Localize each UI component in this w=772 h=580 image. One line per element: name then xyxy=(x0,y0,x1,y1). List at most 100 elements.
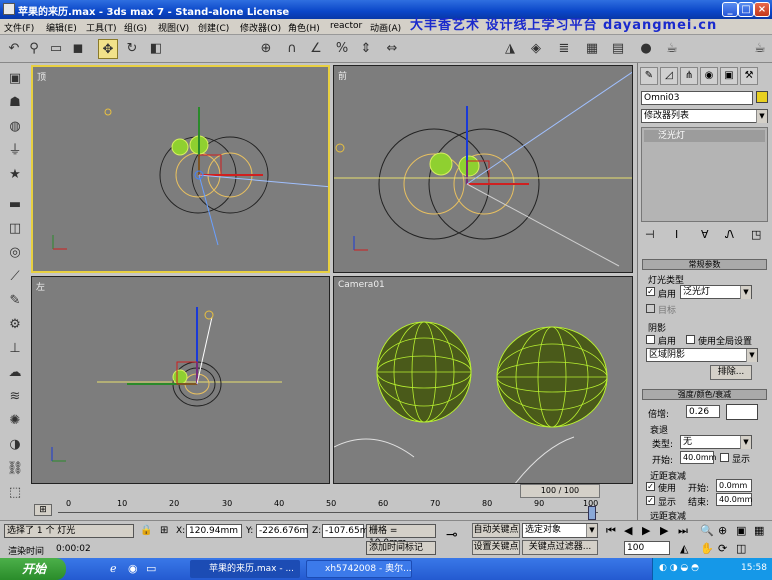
gear-icon[interactable]: ⚙ xyxy=(5,315,25,335)
viewport-camera[interactable]: Camera01 xyxy=(333,276,633,484)
set-key-button[interactable]: 设置关键点 xyxy=(472,540,520,555)
key-icon[interactable]: ⊸ xyxy=(446,527,458,543)
material-editor-icon[interactable]: ● xyxy=(636,39,656,59)
trackbar-toggle-icon[interactable]: ⊞ xyxy=(34,504,52,516)
sphere-icon[interactable]: ◍ xyxy=(5,117,25,137)
configure-sets-icon[interactable]: ◳ xyxy=(751,228,761,241)
constraint-icon[interactable]: ⛓ xyxy=(5,459,25,479)
next-frame-icon[interactable]: ▶ xyxy=(660,524,668,537)
menu-file[interactable]: 文件(F) xyxy=(4,21,34,34)
shadow-type-dropdown[interactable]: 区域阴影 ▼ xyxy=(646,348,758,362)
undo-icon[interactable]: ↶ xyxy=(4,39,24,59)
make-unique-icon[interactable]: ∀ xyxy=(701,228,709,241)
show-end-result-icon[interactable]: I xyxy=(675,228,678,241)
near-start-field[interactable]: 0.0mm xyxy=(716,479,752,492)
auto-key-button[interactable]: 自动关键点 xyxy=(472,523,520,538)
angle-snap-icon[interactable]: ∠ xyxy=(306,39,326,59)
zoom-extents-icon[interactable]: ▣ xyxy=(736,524,746,537)
motion-tab-icon[interactable]: ◉ xyxy=(700,67,718,85)
decay-show-checkbox[interactable] xyxy=(720,453,729,462)
use-global-checkbox[interactable] xyxy=(686,335,695,344)
start-button[interactable]: 开始 xyxy=(0,558,66,580)
light-type-dropdown[interactable]: 泛光灯 ▼ xyxy=(680,285,752,299)
x-coord-field[interactable]: 120.94mm xyxy=(186,524,242,538)
utilities-tab-icon[interactable]: ⚒ xyxy=(740,67,758,85)
orbit-icon[interactable]: ⟳ xyxy=(718,542,727,555)
manipulator-icon[interactable]: ⬚ xyxy=(5,483,25,503)
display-tab-icon[interactable]: ▣ xyxy=(720,67,738,85)
create-box-icon[interactable]: ▣ xyxy=(5,69,25,89)
light-enable-checkbox[interactable]: ✓ xyxy=(646,287,655,296)
goto-end-icon[interactable]: ⏭ xyxy=(678,524,688,538)
goto-start-icon[interactable]: ⏮ xyxy=(606,524,616,538)
viewport-top[interactable]: 顶 xyxy=(31,65,330,273)
tray-icons[interactable]: ◐ ◑ ◒ ◓ xyxy=(659,563,699,573)
torus-icon[interactable]: ◎ xyxy=(5,243,25,263)
select-link-icon[interactable]: ⚲ xyxy=(24,39,44,59)
mirror-tool-icon[interactable]: ◮ xyxy=(500,39,520,59)
helper-icon[interactable]: ✎ xyxy=(5,291,25,311)
space-warp-icon[interactable]: ≋ xyxy=(5,387,25,407)
menu-modifiers[interactable]: 修改器(O) xyxy=(240,21,281,34)
close-button[interactable]: × xyxy=(754,2,770,17)
media-icon[interactable]: ◉ xyxy=(128,562,138,575)
object-color-swatch[interactable] xyxy=(756,91,768,103)
taskbar-browser[interactable]: xh5742008 - 奥尔... xyxy=(306,560,412,578)
abs-mode-icon[interactable]: ⊞ xyxy=(160,525,168,536)
add-time-tag[interactable]: 添加时间标记 xyxy=(366,541,436,555)
menu-group[interactable]: 组(G) xyxy=(124,21,147,34)
menu-character[interactable]: 角色(H) xyxy=(288,21,320,34)
light-color-swatch[interactable] xyxy=(726,404,758,420)
quick-render-icon[interactable]: ☕ xyxy=(750,39,770,59)
pin-stack-icon[interactable]: ⊣ xyxy=(645,228,655,241)
exclude-button[interactable]: 排除... xyxy=(710,365,752,380)
decay-start-field[interactable]: 40.0mm xyxy=(680,451,716,464)
near-show-checkbox[interactable]: ✓ xyxy=(646,496,655,505)
menu-create[interactable]: 创建(C) xyxy=(198,21,229,34)
decay-type-dropdown[interactable]: 无 ▼ xyxy=(680,435,752,449)
ie-icon[interactable]: ℯ xyxy=(110,562,117,575)
object-name-field[interactable]: Omni03 xyxy=(641,91,753,105)
maximize-viewport-icon[interactable]: ◫ xyxy=(736,542,746,555)
multiplier-field[interactable]: 0.26 xyxy=(686,405,720,418)
field-of-view-icon[interactable]: ◭ xyxy=(680,542,688,555)
rollout-general-header[interactable]: 常规参数 xyxy=(642,259,767,270)
time-slider[interactable]: ⊞ 0 10 20 30 40 50 60 70 80 90 100 xyxy=(30,499,637,520)
remove-modifier-icon[interactable]: Ꮑ xyxy=(725,228,734,242)
curve-editor-icon[interactable]: ▦ xyxy=(582,39,602,59)
menu-reactor[interactable]: reactor xyxy=(330,21,362,31)
shadow-enable-checkbox[interactable] xyxy=(646,335,655,344)
modifier-list-dropdown[interactable]: 修改器列表 ▼ xyxy=(641,109,768,123)
lock-icon[interactable]: 🔒 xyxy=(140,525,152,536)
hierarchy-tab-icon[interactable]: ⋔ xyxy=(680,67,698,85)
desktop-icon[interactable]: ▭ xyxy=(146,562,156,575)
align-icon[interactable]: ◈ xyxy=(526,39,546,59)
cylinder-icon[interactable]: ◫ xyxy=(5,219,25,239)
create-tab-icon[interactable]: ✎ xyxy=(640,67,658,85)
layer-icon[interactable]: ≣ xyxy=(554,39,574,59)
schematic-icon[interactable]: ▤ xyxy=(608,39,628,59)
pivot-icon[interactable]: ⊕ xyxy=(256,39,276,59)
taskbar-3dsmax[interactable]: 苹果的来历.max - ... xyxy=(190,560,300,578)
viewport-front[interactable]: 前 xyxy=(333,65,633,273)
menu-views[interactable]: 视图(V) xyxy=(158,21,189,34)
rotate-icon[interactable]: ↻ xyxy=(122,39,142,59)
target-checkbox[interactable] xyxy=(646,304,655,313)
menu-tools[interactable]: 工具(T) xyxy=(86,21,117,34)
maximize-button[interactable]: □ xyxy=(738,2,754,17)
modify-tab-icon[interactable]: ◿ xyxy=(660,67,678,85)
scale-icon[interactable]: ◧ xyxy=(146,39,166,59)
star-icon[interactable]: ★ xyxy=(5,165,25,185)
render-scene-icon[interactable]: ☕ xyxy=(662,39,682,59)
snap-icon[interactable]: ∩ xyxy=(282,39,302,59)
z-coord-field[interactable]: -107.65mm xyxy=(322,524,377,538)
viewport-left[interactable]: 左 xyxy=(31,276,330,484)
zoom-all-icon[interactable]: ⊕ xyxy=(718,524,727,537)
zoom-extents-all-icon[interactable]: ▦ xyxy=(754,524,764,537)
key-filters-button[interactable]: 关键点过滤器... xyxy=(522,540,598,555)
cone-icon[interactable]: ⏚ xyxy=(5,141,25,161)
time-slider-thumb[interactable] xyxy=(588,506,596,520)
mirror-icon[interactable]: ⇔ xyxy=(382,39,402,59)
prev-frame-icon[interactable]: ◀ xyxy=(624,524,632,537)
minimize-button[interactable]: _ xyxy=(722,2,738,17)
